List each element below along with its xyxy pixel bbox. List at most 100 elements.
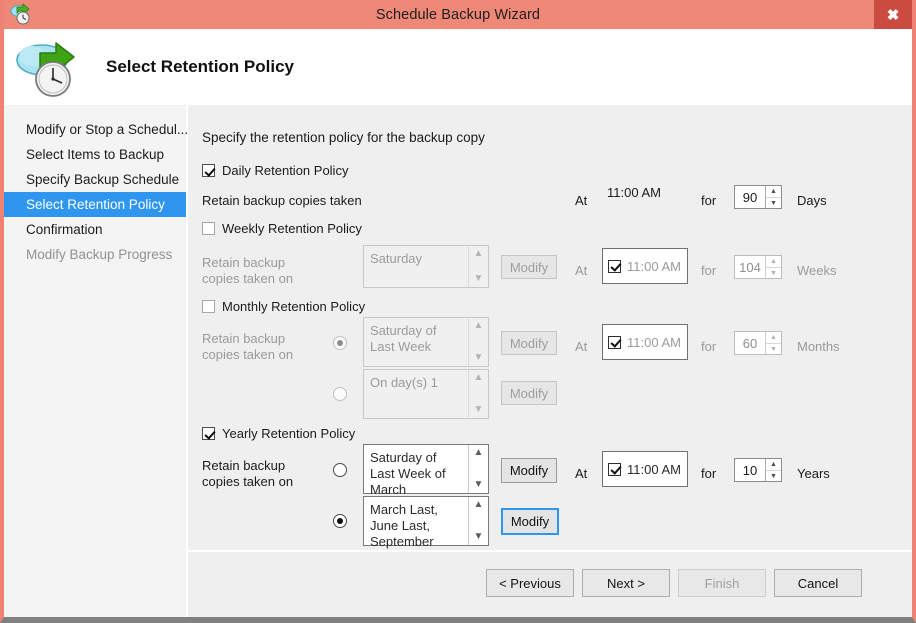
wizard-footer: < Previous Next > Finish Cancel: [188, 552, 912, 617]
yearly-option-a-listbox[interactable]: Saturday of Last Week of March ▲ ▼: [363, 444, 489, 494]
yearly-option-b-radio[interactable]: [333, 514, 347, 528]
sidebar-item-confirmation[interactable]: Confirmation: [4, 217, 186, 242]
yearly-option-b-listbox[interactable]: March Last, June Last, September ▲ ▼: [363, 496, 489, 546]
sidebar-item-select-items[interactable]: Select Items to Backup: [4, 142, 186, 167]
daily-retention-checkbox[interactable]: [202, 164, 215, 177]
yearly-b-listbox-scrollbar[interactable]: ▲ ▼: [468, 497, 488, 545]
monthly-retention-label: Monthly Retention Policy: [222, 299, 365, 314]
content-area: Specify the retention policy for the bac…: [187, 105, 912, 617]
spinner-up-icon[interactable]: ▲: [766, 459, 781, 470]
scroll-down-icon[interactable]: ▼: [474, 481, 484, 489]
retention-policy-pane: Specify the retention policy for the bac…: [188, 105, 912, 552]
window-title: Schedule Backup Wizard: [4, 7, 912, 23]
daily-days-stepper[interactable]: ▲ ▼: [765, 186, 781, 208]
daily-time-value: 11:00 AM: [607, 185, 661, 200]
spinner-down-icon: ▼: [766, 267, 781, 278]
yearly-time-box[interactable]: 11:00 AM: [602, 451, 688, 487]
monthly-option-b-value: On day(s) 1: [364, 370, 468, 418]
wizard-body: Modify or Stop a Schedul... Select Items…: [4, 105, 912, 617]
weekly-retention-checkbox-row[interactable]: Weekly Retention Policy: [202, 221, 362, 236]
next-button[interactable]: Next >: [582, 569, 670, 597]
daily-unit-label: Days: [797, 193, 827, 208]
monthly-for-label: for: [701, 339, 716, 354]
yearly-years-stepper[interactable]: ▲ ▼: [765, 459, 781, 481]
monthly-retention-checkbox-row[interactable]: Monthly Retention Policy: [202, 299, 365, 314]
scroll-down-icon[interactable]: ▼: [474, 406, 484, 414]
monthly-retention-checkbox[interactable]: [202, 300, 215, 313]
monthly-option-a-value: Saturday of Last Week: [364, 318, 468, 366]
monthly-option-a-listbox[interactable]: Saturday of Last Week ▲ ▼: [363, 317, 489, 367]
yearly-time-value: 11:00 AM: [627, 462, 681, 477]
scroll-up-icon[interactable]: ▲: [474, 250, 484, 258]
cloud-clock-icon: [12, 34, 86, 100]
weekly-time-checkbox[interactable]: [608, 260, 621, 273]
scroll-up-icon[interactable]: ▲: [474, 449, 484, 457]
daily-days-value: 90: [735, 186, 765, 208]
yearly-option-a-value: Saturday of Last Week of March: [364, 445, 468, 493]
yearly-years-spinner[interactable]: 10 ▲ ▼: [734, 458, 782, 482]
yearly-retention-label: Yearly Retention Policy: [222, 426, 355, 441]
scroll-down-icon[interactable]: ▼: [474, 275, 484, 283]
weekly-time-box[interactable]: 11:00 AM: [602, 248, 688, 284]
yearly-a-listbox-scrollbar[interactable]: ▲ ▼: [468, 445, 488, 493]
yearly-retention-checkbox[interactable]: [202, 427, 215, 440]
spinner-up-icon[interactable]: ▲: [766, 186, 781, 197]
sidebar-item-modify-or-stop[interactable]: Modify or Stop a Schedul...: [4, 117, 186, 142]
monthly-time-box[interactable]: 11:00 AM: [602, 324, 688, 360]
weekly-unit-label: Weeks: [797, 263, 837, 278]
weekly-weeks-value: 104: [735, 256, 765, 278]
weekly-at-label: At: [575, 263, 587, 278]
yearly-option-a-radio[interactable]: [333, 463, 347, 477]
page-title: Select Retention Policy: [106, 57, 294, 77]
yearly-time-checkbox[interactable]: [608, 463, 621, 476]
monthly-time-value: 11:00 AM: [627, 335, 681, 350]
weekly-retain-label: Retain backup copies taken on: [202, 255, 320, 287]
monthly-a-listbox-scrollbar[interactable]: ▲ ▼: [468, 318, 488, 366]
sidebar-item-modify-backup-progress: Modify Backup Progress: [4, 242, 186, 267]
spinner-down-icon[interactable]: ▼: [766, 470, 781, 481]
monthly-option-a-radio[interactable]: [333, 336, 347, 350]
weekly-modify-button: Modify: [501, 255, 557, 279]
monthly-option-b-radio[interactable]: [333, 387, 347, 401]
weekly-for-label: for: [701, 263, 716, 278]
yearly-option-b-value: March Last, June Last, September: [364, 497, 468, 545]
spinner-down-icon[interactable]: ▼: [766, 197, 781, 208]
monthly-at-label: At: [575, 339, 587, 354]
monthly-option-b-listbox[interactable]: On day(s) 1 ▲ ▼: [363, 369, 489, 419]
wizard-window: Schedule Backup Wizard ✖ Select Retentio…: [0, 0, 916, 623]
scroll-down-icon[interactable]: ▼: [474, 354, 484, 362]
yearly-retention-checkbox-row[interactable]: Yearly Retention Policy: [202, 426, 355, 441]
yearly-years-value: 10: [735, 459, 765, 481]
finish-button: Finish: [678, 569, 766, 597]
weekly-day-listbox[interactable]: Saturday ▲ ▼: [363, 245, 489, 288]
weekly-retention-checkbox[interactable]: [202, 222, 215, 235]
sidebar-item-specify-schedule[interactable]: Specify Backup Schedule: [4, 167, 186, 192]
cancel-button[interactable]: Cancel: [774, 569, 862, 597]
yearly-option-b-modify-button[interactable]: Modify: [501, 508, 559, 535]
monthly-b-listbox-scrollbar[interactable]: ▲ ▼: [468, 370, 488, 418]
close-button[interactable]: ✖: [874, 0, 912, 29]
yearly-option-a-modify-button[interactable]: Modify: [501, 458, 557, 483]
yearly-unit-label: Years: [797, 466, 830, 481]
spinner-down-icon: ▼: [766, 343, 781, 354]
title-bar: Schedule Backup Wizard ✖: [4, 0, 912, 29]
monthly-time-checkbox[interactable]: [608, 336, 621, 349]
scroll-up-icon[interactable]: ▲: [474, 501, 484, 509]
instruction-text: Specify the retention policy for the bac…: [202, 130, 485, 145]
sidebar-item-select-retention-policy[interactable]: Select Retention Policy: [4, 192, 186, 217]
weekly-day-value: Saturday: [364, 246, 468, 287]
daily-retention-label: Daily Retention Policy: [222, 163, 348, 178]
previous-button[interactable]: < Previous: [486, 569, 574, 597]
monthly-option-b-modify-button: Modify: [501, 381, 557, 405]
scroll-up-icon[interactable]: ▲: [474, 374, 484, 382]
scroll-down-icon[interactable]: ▼: [474, 533, 484, 541]
scroll-up-icon[interactable]: ▲: [474, 322, 484, 330]
daily-days-spinner[interactable]: 90 ▲ ▼: [734, 185, 782, 209]
daily-at-label: At: [575, 193, 587, 208]
weekly-listbox-scrollbar[interactable]: ▲ ▼: [468, 246, 488, 287]
monthly-months-value: 60: [735, 332, 765, 354]
daily-retention-checkbox-row[interactable]: Daily Retention Policy: [202, 163, 348, 178]
weekly-weeks-stepper: ▲ ▼: [765, 256, 781, 278]
monthly-months-spinner: 60 ▲ ▼: [734, 331, 782, 355]
wizard-steps-sidebar: Modify or Stop a Schedul... Select Items…: [4, 105, 187, 617]
